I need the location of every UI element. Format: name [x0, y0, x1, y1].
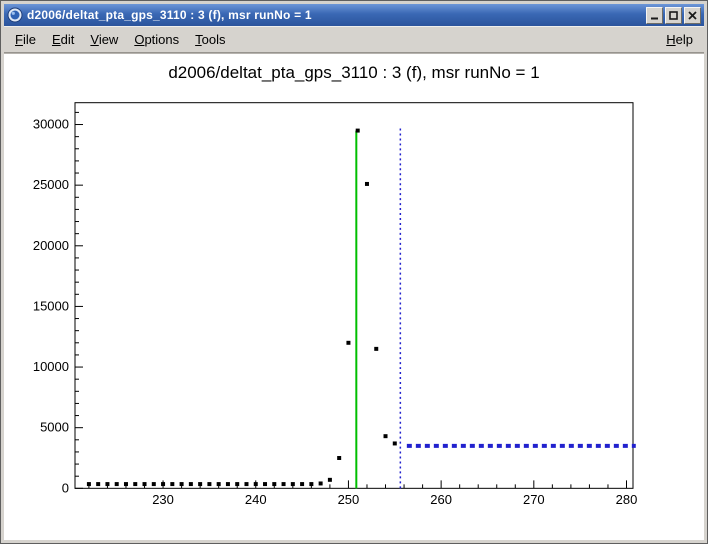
- data-point: [300, 482, 304, 486]
- data-point: [393, 441, 397, 445]
- data-point: [272, 482, 276, 486]
- menu-item-help[interactable]: Help: [658, 29, 701, 50]
- plot-frame: [75, 103, 633, 489]
- y-tick-label: 15000: [33, 298, 69, 313]
- data-point: [207, 482, 211, 486]
- x-tick-label: 280: [616, 492, 638, 507]
- titlebar-buttons: [644, 7, 701, 24]
- data-point: [198, 482, 202, 486]
- y-tick-label: 0: [62, 480, 69, 495]
- data-point: [143, 482, 147, 486]
- data-point: [105, 482, 109, 486]
- minimize-icon: [650, 11, 659, 20]
- menu-item-edit[interactable]: Edit: [44, 29, 82, 50]
- data-point: [96, 482, 100, 486]
- canvas-area: d2006/deltat_pta_gps_3110 : 3 (f), msr r…: [4, 53, 704, 540]
- y-tick-label: 10000: [33, 359, 69, 374]
- data-markers: [87, 129, 397, 486]
- minimize-button[interactable]: [646, 7, 663, 24]
- data-point: [133, 482, 137, 486]
- data-point: [291, 482, 295, 486]
- menu-right-group: Help: [658, 29, 701, 50]
- data-point: [374, 347, 378, 351]
- close-icon: [688, 11, 697, 20]
- data-point: [189, 482, 193, 486]
- menu-item-options[interactable]: Options: [126, 29, 187, 50]
- data-point: [152, 482, 156, 486]
- app-icon: [7, 7, 23, 23]
- y-tick-label: 30000: [33, 117, 69, 132]
- data-point: [282, 482, 286, 486]
- menu-left-group: FileEditViewOptionsTools: [7, 29, 234, 50]
- data-point: [170, 482, 174, 486]
- app-window: d2006/deltat_pta_gps_3110 : 3 (f), msr r…: [0, 0, 708, 544]
- x-tick-label: 260: [430, 492, 452, 507]
- data-point: [124, 482, 128, 486]
- chart[interactable]: d2006/deltat_pta_gps_3110 : 3 (f), msr r…: [4, 54, 704, 540]
- menu-item-tools[interactable]: Tools: [187, 29, 233, 50]
- data-point: [384, 434, 388, 438]
- data-point: [309, 482, 313, 486]
- x-tick-label: 230: [152, 492, 174, 507]
- data-point: [115, 482, 119, 486]
- y-tick-label: 25000: [33, 177, 69, 192]
- data-point: [235, 482, 239, 486]
- menu-item-file[interactable]: File: [7, 29, 44, 50]
- x-tick-label: 240: [245, 492, 267, 507]
- chart-title: d2006/deltat_pta_gps_3110 : 3 (f), msr r…: [168, 63, 539, 82]
- data-point: [254, 482, 258, 486]
- x-tick-label: 270: [523, 492, 545, 507]
- data-point: [161, 482, 165, 486]
- data-point: [356, 129, 360, 133]
- y-tick-label: 20000: [33, 238, 69, 253]
- data-point: [226, 482, 230, 486]
- data-point: [365, 182, 369, 186]
- data-point: [328, 478, 332, 482]
- menu-bar: FileEditViewOptionsTools Help: [4, 26, 704, 53]
- title-bar[interactable]: d2006/deltat_pta_gps_3110 : 3 (f), msr r…: [4, 4, 704, 26]
- data-point: [180, 482, 184, 486]
- data-point: [319, 481, 323, 485]
- close-button[interactable]: [684, 7, 701, 24]
- maximize-icon: [669, 11, 678, 20]
- menu-item-view[interactable]: View: [82, 29, 126, 50]
- data-point: [346, 341, 350, 345]
- data-point: [337, 456, 341, 460]
- data-point: [244, 482, 248, 486]
- data-point: [217, 482, 221, 486]
- window-title: d2006/deltat_pta_gps_3110 : 3 (f), msr r…: [27, 8, 640, 22]
- y-tick-label: 5000: [40, 420, 69, 435]
- x-tick-label: 250: [338, 492, 360, 507]
- data-point: [87, 482, 91, 486]
- data-point: [263, 482, 267, 486]
- maximize-button[interactable]: [665, 7, 682, 24]
